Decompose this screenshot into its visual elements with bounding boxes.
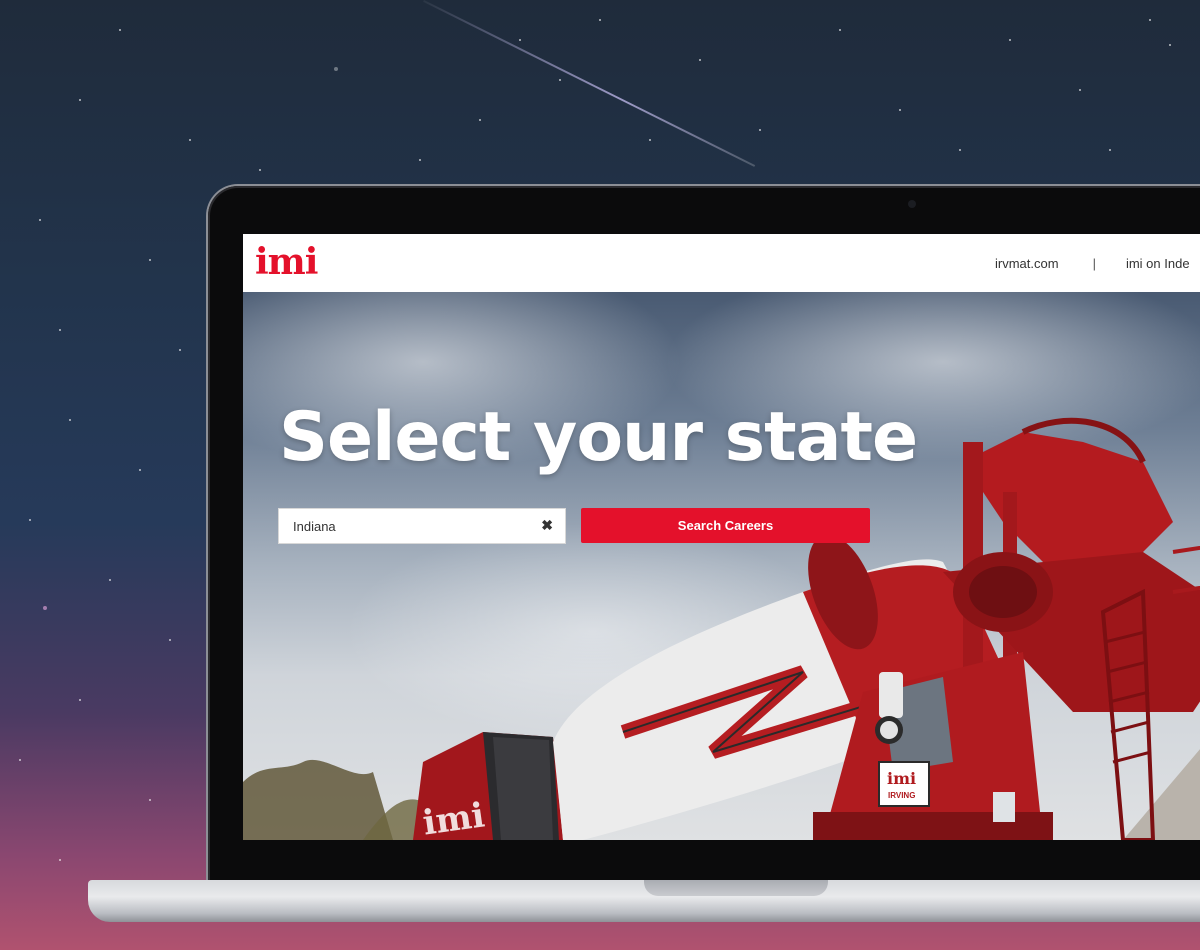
promo-scene: imi irvmat.com | imi on Inde imi imi IRV… xyxy=(0,0,1200,950)
search-careers-button[interactable]: Search Careers xyxy=(581,508,870,543)
webcam-icon xyxy=(908,200,916,208)
header-nav: irvmat.com | imi on Inde xyxy=(995,256,1190,271)
truck-badge-logo: imi xyxy=(887,769,916,788)
rear-truck-logo: imi xyxy=(420,795,487,840)
mixer-truck-photo: imi imi IRVING xyxy=(243,417,1200,840)
state-select[interactable]: ✖ xyxy=(278,508,566,544)
close-icon[interactable]: ✖ xyxy=(541,517,553,534)
state-input[interactable] xyxy=(279,517,535,535)
site-header: imi irvmat.com | imi on Inde xyxy=(243,234,1200,292)
page-title: Select your state xyxy=(279,398,918,477)
laptop-notch xyxy=(644,880,828,896)
truck-badge: imi IRVING xyxy=(878,761,930,807)
laptop-lid: imi irvmat.com | imi on Inde imi imi IRV… xyxy=(208,186,1200,886)
nav-link-indeed[interactable]: imi on Inde xyxy=(1126,256,1190,271)
hero-section: imi imi IRVING Select your state Indiana… xyxy=(243,292,1200,840)
truck-badge-subtitle: IRVING xyxy=(888,791,915,800)
nav-link-irvmat[interactable]: irvmat.com xyxy=(995,256,1059,271)
laptop-base xyxy=(88,880,1200,922)
nav-separator: | xyxy=(1092,256,1096,271)
imi-logo[interactable]: imi xyxy=(255,241,318,283)
laptop-screen: imi irvmat.com | imi on Inde imi imi IRV… xyxy=(243,234,1200,840)
